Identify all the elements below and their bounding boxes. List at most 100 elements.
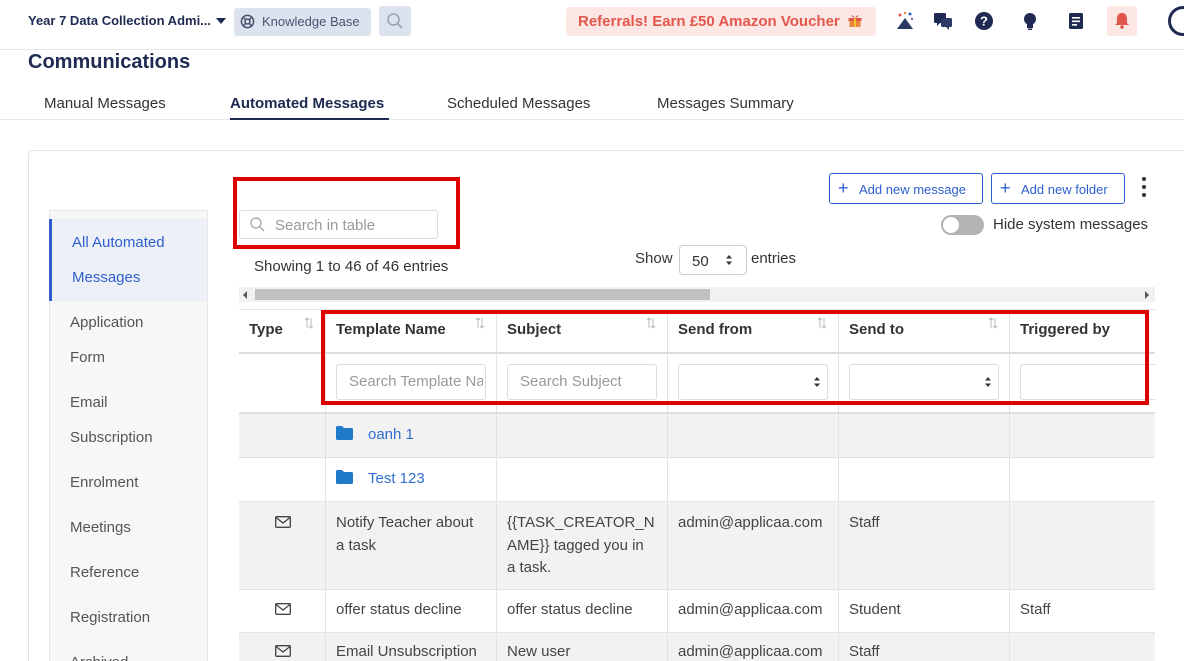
avatar[interactable] [1168, 6, 1184, 36]
sidebar-item-archived[interactable]: Archived [70, 645, 200, 661]
send-from-cell: admin@applicaa.com [668, 633, 839, 661]
sidebar-item-all-automated-messages[interactable]: All Automated Messages [72, 225, 202, 295]
add-folder-label: Add new folder [1021, 182, 1108, 197]
more-options-icon[interactable] [1141, 177, 1147, 199]
top-bar: Year 7 Data Collection Admi... Knowledge… [0, 0, 1184, 50]
cell-text: admin@applicaa.com [678, 514, 823, 531]
send-from-cell: admin@applicaa.com [668, 590, 839, 632]
scroll-right-icon[interactable] [1145, 291, 1149, 299]
lightbulb-icon[interactable] [1019, 10, 1041, 32]
lifebuoy-icon [240, 14, 255, 29]
table-cell [239, 458, 326, 501]
page-size-value: 50 [692, 253, 709, 270]
knowledge-base-label: Knowledge Base [262, 14, 360, 29]
send-from-cell: admin@applicaa.com [668, 502, 839, 589]
template-name-cell[interactable]: Email Unsubscription [326, 633, 497, 661]
active-tab-indicator [230, 118, 389, 120]
show-label: Show [635, 250, 673, 267]
cell-text: Notify Teacher about [336, 514, 474, 531]
table-cell [239, 502, 326, 589]
tab-messages-summary[interactable]: Messages Summary [657, 95, 794, 112]
cell-text: offer status decline [336, 601, 462, 618]
cell-text: admin@applicaa.com [678, 643, 823, 660]
envelope-icon [275, 645, 291, 657]
envelope-icon [275, 603, 291, 615]
tab-scheduled-messages[interactable]: Scheduled Messages [447, 95, 590, 112]
chevron-down-icon[interactable] [216, 18, 226, 24]
table-cell [497, 414, 668, 457]
cell-text: a task [336, 536, 377, 554]
template-name-cell[interactable]: Notify Teacher about a task [326, 502, 497, 589]
app-switcher-label[interactable]: Year 7 Data Collection Admi... [28, 13, 211, 28]
cell-text: offer status decline [507, 601, 633, 618]
sidebar-item-label: Email [70, 394, 108, 411]
sidebar-item-enrolment[interactable]: Enrolment [70, 465, 200, 500]
celebration-icon[interactable] [894, 10, 916, 32]
folder-icon [336, 470, 353, 484]
add-message-label: Add new message [859, 182, 966, 197]
chat-icon[interactable] [932, 10, 954, 32]
folder-link[interactable]: oanh 1 [368, 424, 414, 447]
cell-text: AME}} tagged you in [507, 536, 644, 554]
cell-text: {{TASK_CREATOR_N [507, 514, 655, 531]
scroll-thumb[interactable] [255, 289, 710, 300]
page-title: Communications [28, 51, 191, 73]
tab-automated-messages[interactable]: Automated Messages [230, 95, 384, 112]
help-icon[interactable]: ? [973, 10, 995, 32]
toggle-knob [943, 217, 959, 233]
page-size-select[interactable]: 50 [679, 245, 747, 275]
entries-label: entries [751, 250, 797, 267]
gift-icon [848, 15, 862, 27]
folder-icon [336, 426, 353, 440]
scroll-left-icon[interactable] [243, 291, 247, 299]
hide-system-messages-toggle[interactable] [941, 215, 984, 235]
folder-link[interactable]: Test 123 [368, 468, 425, 491]
entries-info: Showing 1 to 46 of 46 entries [254, 258, 449, 275]
knowledge-base-button[interactable]: Knowledge Base [234, 8, 371, 36]
column-header-type[interactable]: Type [239, 309, 326, 352]
subject-cell: offer status decline [497, 590, 668, 632]
search-icon [387, 13, 403, 29]
horizontal-scrollbar[interactable] [239, 287, 1155, 302]
triggered-by-cell [1010, 633, 1155, 661]
triggered-by-cell: Staff [1010, 590, 1155, 632]
updown-arrow-icon [726, 255, 732, 265]
add-new-message-button[interactable]: + Add new message [829, 173, 983, 204]
triggered-by-cell [1010, 502, 1155, 589]
sidebar-item-meetings[interactable]: Meetings [70, 510, 200, 545]
table-cell [839, 458, 1010, 501]
bell-icon [1115, 13, 1129, 29]
table-cell [239, 633, 326, 661]
referral-banner[interactable]: Referrals! Earn £50 Amazon Voucher [566, 7, 876, 36]
sidebar-item-label: Messages [72, 269, 141, 286]
highlight-box-search [233, 177, 460, 249]
global-search-button[interactable] [379, 6, 411, 36]
filter-cell [239, 354, 326, 412]
svg-text:?: ? [980, 14, 988, 29]
cell-text: New user [507, 643, 571, 660]
notifications-button[interactable] [1107, 6, 1137, 36]
tab-bar: Manual Messages Automated Messages Sched… [0, 90, 1184, 120]
cell-text: Staff [1020, 601, 1051, 618]
cell-text: Student [849, 601, 901, 618]
add-new-folder-button[interactable]: + Add new folder [991, 173, 1125, 204]
referral-text: Referrals! Earn £50 Amazon Voucher [578, 13, 840, 30]
sidebar-item-email-subscription[interactable]: Email Subscription [70, 385, 200, 455]
sidebar-item-registration[interactable]: Registration [70, 600, 200, 635]
notes-icon[interactable] [1065, 10, 1087, 32]
sidebar-item-application-form[interactable]: Application Form [70, 305, 200, 375]
table-cell: oanh 1 [326, 414, 497, 457]
cell-text: Staff [849, 514, 880, 531]
send-to-cell: Staff [839, 502, 1010, 589]
plus-icon: + [1000, 178, 1011, 198]
subject-cell: New user [497, 633, 668, 661]
template-name-cell[interactable]: offer status decline [326, 590, 497, 632]
sidebar-item-label: Subscription [70, 429, 153, 446]
send-to-cell: Student [839, 590, 1010, 632]
send-to-cell: Staff [839, 633, 1010, 661]
sidebar-item-label: Application [70, 314, 144, 331]
subject-cell: {{TASK_CREATOR_N AME}} tagged you in a t… [497, 502, 668, 589]
table-cell [668, 414, 839, 457]
sidebar-item-reference[interactable]: Reference [70, 555, 200, 590]
tab-manual-messages[interactable]: Manual Messages [44, 95, 166, 112]
